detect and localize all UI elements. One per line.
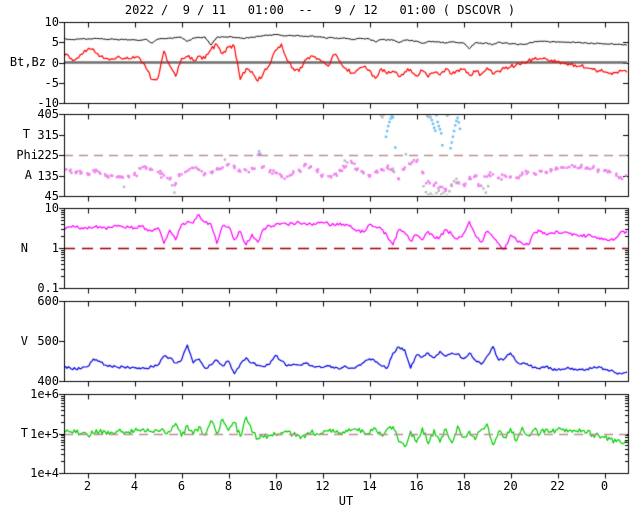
y-tick-label: 500: [37, 334, 59, 348]
x-tick-label: 4: [130, 479, 139, 493]
y-tick-label: 1e+4: [30, 466, 59, 480]
chart-canvas: [0, 0, 640, 512]
y-tick-label: 405: [37, 107, 59, 121]
y-tick-label: 10: [44, 15, 59, 29]
x-tick-label: 0: [600, 479, 609, 493]
y-tick-label: 600: [37, 294, 59, 308]
y-tick-label: 1e+6: [30, 387, 59, 401]
x-tick-label: 8: [224, 479, 233, 493]
x-tick-label: 10: [268, 479, 283, 493]
x-tick-label: 6: [177, 479, 186, 493]
chart-title: 2022 / 9 / 11 01:00 -- 9 / 12 01:00 ( DS…: [124, 3, 516, 17]
y-tick-label: 315: [37, 127, 59, 142]
y-tick-label: 400: [37, 374, 59, 388]
x-tick-label: 12: [315, 479, 330, 493]
y-tick-label: 1e+5: [30, 426, 59, 441]
x-tick-label: 18: [456, 479, 471, 493]
x-tick-label: 22: [550, 479, 565, 493]
y-tick-label: 135: [37, 168, 59, 183]
y-tick-label: 1: [51, 241, 59, 255]
x-tick-label: 14: [362, 479, 377, 493]
y-tick-label: -5: [44, 75, 59, 90]
y-tick-label: 5: [51, 35, 59, 50]
y-tick-label: 0: [51, 55, 59, 70]
x-tick-label: 20: [503, 479, 518, 493]
y-tick-label: 225: [37, 148, 59, 162]
y-tick-label: 10: [44, 201, 59, 215]
y-tick-label: 0.1: [37, 281, 59, 295]
x-tick-label: 2: [83, 479, 92, 493]
solar-wind-plot: 2022 / 9 / 11 01:00 -- 9 / 12 01:00 ( DS…: [0, 0, 640, 512]
x-tick-label: 16: [409, 479, 424, 493]
xaxis-label: UT: [338, 494, 354, 508]
